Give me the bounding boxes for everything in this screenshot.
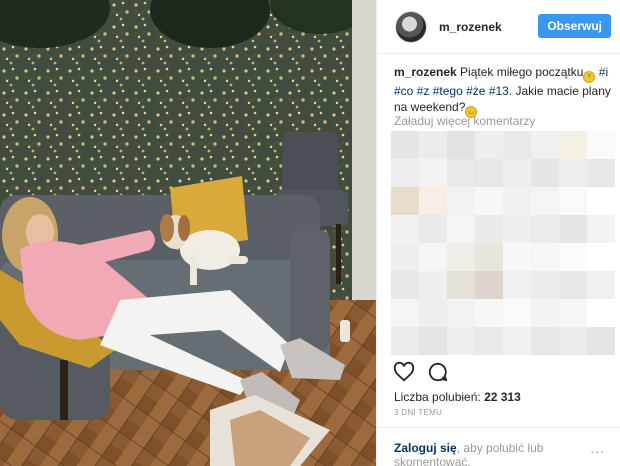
more-options-icon[interactable]: ... [590, 440, 605, 456]
blurred-comments [391, 131, 615, 355]
post-caption: m_rozenek Piątek miłego początku ▿ #i #co… [394, 64, 614, 118]
load-more-comments-link[interactable]: Załaduj więcej komentarzy [394, 114, 535, 128]
likes-count[interactable]: Liczba polubień: 22 313 [394, 390, 521, 404]
hashtag-link[interactable]: #tego [433, 84, 463, 98]
follow-button[interactable]: Obserwuj [538, 14, 611, 38]
post-actions [393, 361, 449, 383]
post-photo[interactable] [0, 0, 376, 466]
avatar[interactable] [395, 10, 427, 43]
heart-icon[interactable] [393, 361, 415, 383]
hashtag-link[interactable]: #13 [489, 84, 509, 98]
caption-text-start: Piątek miłego początku [456, 65, 584, 79]
hashtag-link[interactable]: #że [466, 84, 485, 98]
photo-scene [0, 0, 376, 466]
post-side-panel: m_rozenek Obserwuj m_rozenek Piątek miłe… [376, 0, 620, 466]
grin-emoji-icon: ▿ [583, 71, 596, 83]
login-link[interactable]: Zaloguj się [394, 441, 457, 455]
comment-icon[interactable] [427, 361, 449, 383]
likes-label: Liczba polubień: [394, 390, 481, 404]
post-header: m_rozenek Obserwuj [377, 0, 620, 54]
hashtag-link[interactable]: #z [417, 84, 430, 98]
likes-number: 22 313 [484, 390, 521, 404]
caption-username[interactable]: m_rozenek [394, 65, 457, 79]
post-timestamp[interactable]: 3 DNI TEMU [394, 408, 442, 417]
hashtag-link[interactable]: #i [599, 65, 608, 79]
hashtag-link[interactable]: #co [394, 84, 413, 98]
post-footer: Zaloguj się, aby polubić lub skomentować… [377, 427, 620, 466]
